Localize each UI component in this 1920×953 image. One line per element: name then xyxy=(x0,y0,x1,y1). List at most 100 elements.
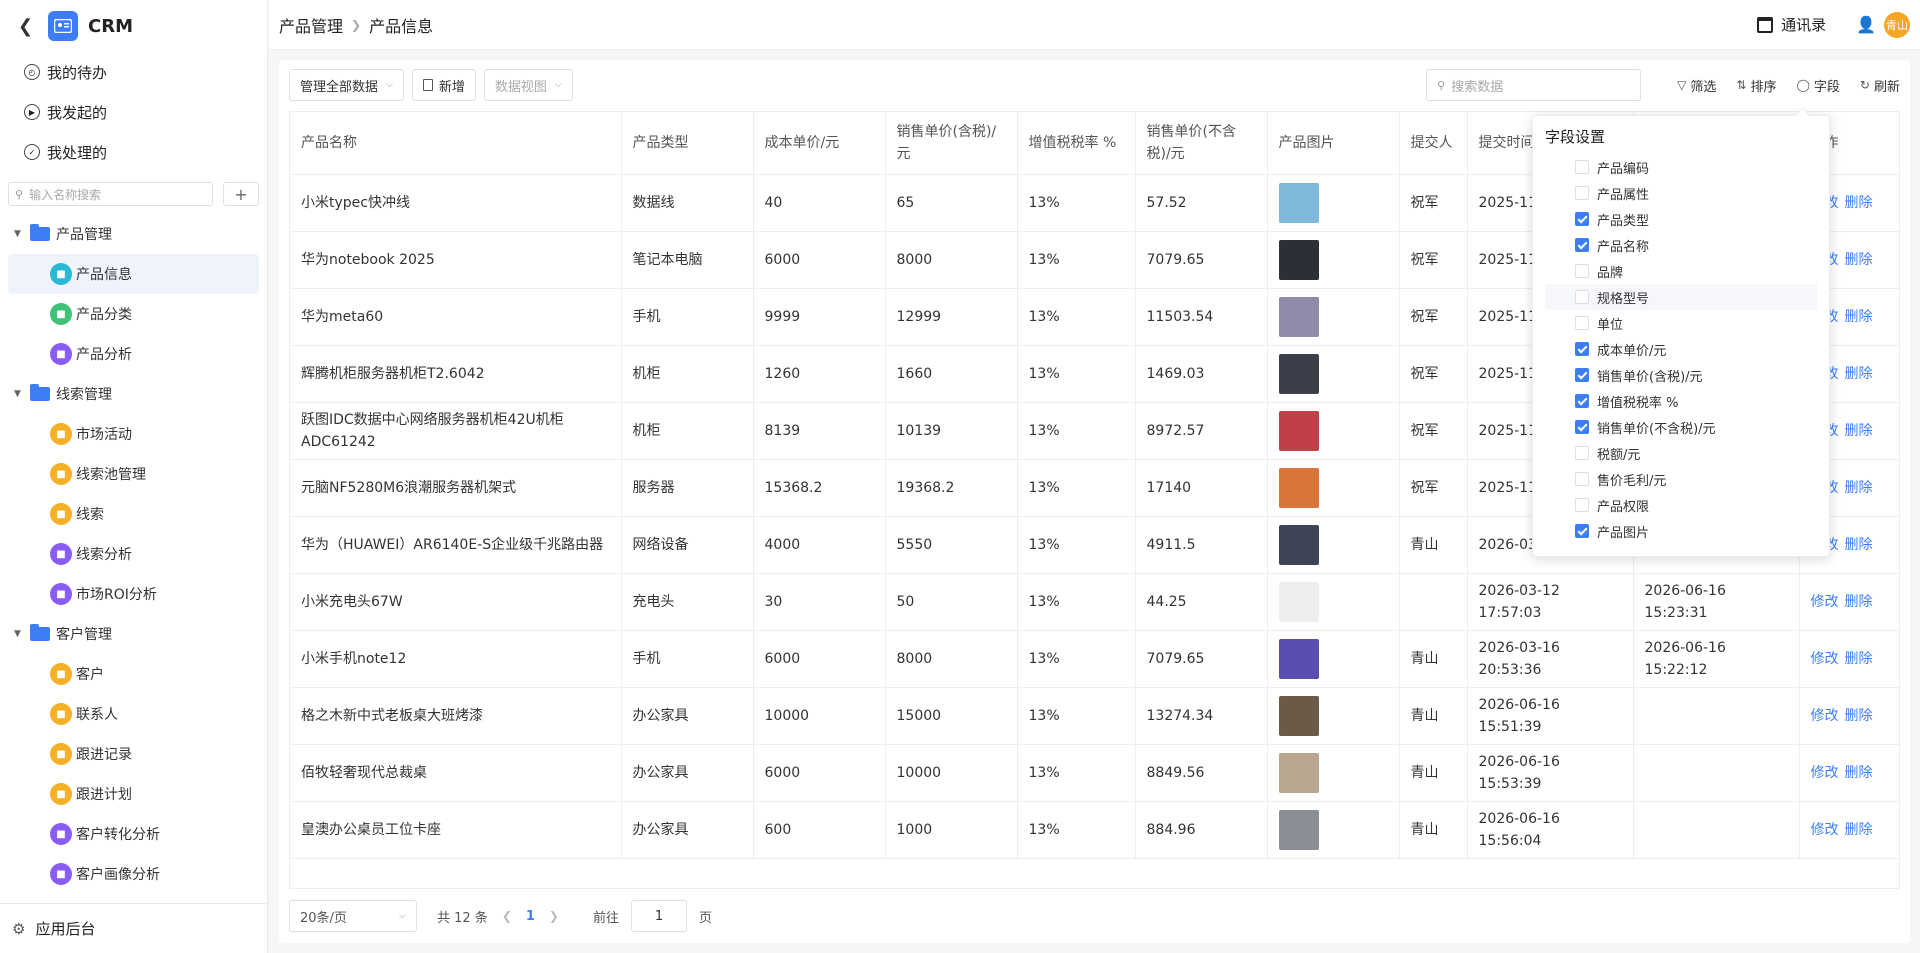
product-image[interactable] xyxy=(1278,182,1319,223)
delete-link[interactable]: 删除 xyxy=(1845,423,1873,439)
product-image[interactable] xyxy=(1278,524,1319,565)
sidebar-search-input[interactable]: ⚲ 输入名称搜索 xyxy=(8,182,213,206)
nav-item[interactable]: ■ 客户 xyxy=(8,654,259,694)
nav-group[interactable]: ▼ 产品管理 xyxy=(8,214,259,254)
fields-button[interactable]: ◯ 字段 xyxy=(1796,76,1839,95)
checkbox[interactable] xyxy=(1575,472,1589,486)
user-menu[interactable]: 👤 青山 xyxy=(1856,11,1910,38)
field-option[interactable]: 单位 xyxy=(1545,310,1817,336)
checkbox[interactable] xyxy=(1575,446,1589,460)
checkbox[interactable] xyxy=(1575,342,1589,356)
checkbox[interactable] xyxy=(1575,420,1589,434)
field-option[interactable]: 规格型号 xyxy=(1545,284,1817,310)
edit-link[interactable]: 修改 xyxy=(1811,651,1839,667)
prev-page-icon[interactable]: ❮ xyxy=(502,909,512,923)
column-header[interactable]: 销售单价(不含税)/元 xyxy=(1135,112,1268,175)
delete-link[interactable]: 删除 xyxy=(1845,708,1873,724)
column-header[interactable]: 销售单价(含税)/元 xyxy=(885,112,1018,175)
edit-link[interactable]: 修改 xyxy=(1811,822,1839,838)
checkbox[interactable] xyxy=(1575,316,1589,330)
contacts-button[interactable]: 通讯录 xyxy=(1757,14,1826,35)
table-row[interactable]: 小米充电头67W 充电头 30 50 13% 44.25 2026-03-12 17:57:… xyxy=(290,573,1899,631)
checkbox[interactable] xyxy=(1575,186,1589,200)
quick-item-initiated[interactable]: ▶ 我发起的 xyxy=(24,92,243,132)
delete-link[interactable]: 删除 xyxy=(1845,765,1873,781)
nav-item[interactable]: ■ 客户转化分析 xyxy=(8,814,259,854)
next-page-icon[interactable]: ❯ xyxy=(549,909,559,923)
edit-link[interactable]: 修改 xyxy=(1811,765,1839,781)
field-option[interactable]: 品牌 xyxy=(1545,258,1817,284)
nav-item[interactable]: ■ 产品分类 xyxy=(8,294,259,334)
product-image[interactable] xyxy=(1278,809,1319,850)
page-number[interactable]: 1 xyxy=(526,909,535,924)
data-scope-select[interactable]: 管理全部数据 ⌵ xyxy=(289,69,404,101)
field-option[interactable]: 产品属性 xyxy=(1545,180,1817,206)
field-option[interactable]: 产品权限 xyxy=(1545,492,1817,518)
field-option[interactable]: 增值税税率 % xyxy=(1545,388,1817,414)
column-header[interactable]: 产品图片 xyxy=(1267,112,1400,175)
nav-group[interactable]: ▼ 客户管理 xyxy=(8,614,259,654)
nav-group[interactable]: ▼ 线索管理 xyxy=(8,374,259,414)
checkbox[interactable] xyxy=(1575,212,1589,226)
data-search-input[interactable]: ⚲ 搜索数据 xyxy=(1426,69,1642,101)
product-image[interactable] xyxy=(1278,296,1319,337)
field-option[interactable]: 产品编码 xyxy=(1545,154,1817,180)
checkbox[interactable] xyxy=(1575,264,1589,278)
sort-button[interactable]: ⇅ 排序 xyxy=(1736,76,1776,95)
back-arrow-icon[interactable]: ❮ xyxy=(18,16,48,37)
edit-link[interactable]: 修改 xyxy=(1811,708,1839,724)
delete-link[interactable]: 删除 xyxy=(1845,822,1873,838)
delete-link[interactable]: 删除 xyxy=(1845,594,1873,610)
delete-link[interactable]: 删除 xyxy=(1845,252,1873,268)
nav-item[interactable]: ■ 产品信息 xyxy=(8,254,259,294)
app-backend-link[interactable]: ⚙ 应用后台 xyxy=(0,903,268,953)
product-image[interactable] xyxy=(1278,581,1319,622)
field-option[interactable]: 产品名称 xyxy=(1545,232,1817,258)
delete-link[interactable]: 删除 xyxy=(1845,651,1873,667)
refresh-button[interactable]: ↻ 刷新 xyxy=(1860,76,1900,95)
delete-link[interactable]: 删除 xyxy=(1845,366,1873,382)
nav-item[interactable]: ■ 市场ROI分析 xyxy=(8,574,259,614)
add-button[interactable]: 新增 xyxy=(411,69,476,101)
product-image[interactable] xyxy=(1278,638,1319,679)
product-image[interactable] xyxy=(1278,353,1319,394)
add-menu-button[interactable]: + xyxy=(223,182,259,206)
nav-item[interactable]: ■ 线索分析 xyxy=(8,534,259,574)
field-option[interactable]: 销售单价(含税)/元 xyxy=(1545,362,1817,388)
delete-link[interactable]: 删除 xyxy=(1845,480,1873,496)
edit-link[interactable]: 修改 xyxy=(1811,594,1839,610)
product-image[interactable] xyxy=(1278,239,1319,280)
checkbox[interactable] xyxy=(1575,394,1589,408)
quick-item-todo[interactable]: ◴ 我的待办 xyxy=(24,52,243,92)
product-image[interactable] xyxy=(1278,410,1319,451)
nav-item[interactable]: ■ 市场活动 xyxy=(8,414,259,454)
checkbox[interactable] xyxy=(1575,524,1589,538)
avatar[interactable]: 青山 xyxy=(1884,11,1910,38)
filter-button[interactable]: ▽ 筛选 xyxy=(1677,76,1716,95)
breadcrumb-item[interactable]: 产品管理 xyxy=(279,13,343,37)
delete-link[interactable]: 删除 xyxy=(1845,537,1873,553)
table-row[interactable]: 小米手机note12 手机 6000 8000 13% 7079.65 青山 2026-03-… xyxy=(290,630,1899,688)
column-header[interactable]: 成本单价/元 xyxy=(753,112,886,175)
product-image[interactable] xyxy=(1278,752,1319,793)
checkbox[interactable] xyxy=(1575,290,1589,304)
field-option[interactable]: 成本单价/元 xyxy=(1545,336,1817,362)
delete-link[interactable]: 删除 xyxy=(1845,195,1873,211)
quick-item-handled[interactable]: ✓ 我处理的 xyxy=(24,132,243,172)
goto-page-input[interactable]: 1 xyxy=(631,900,687,932)
field-option[interactable]: 售价毛利/元 xyxy=(1545,466,1817,492)
nav-item[interactable]: ■ 产品分析 xyxy=(8,334,259,374)
column-header[interactable]: 提交人 xyxy=(1399,112,1468,175)
nav-item[interactable]: ■ 客户画像分析 xyxy=(8,854,259,894)
field-option[interactable]: 产品图片 xyxy=(1545,518,1817,544)
field-option[interactable]: 产品类型 xyxy=(1545,206,1817,232)
table-row[interactable]: 皇澳办公桌员工位卡座 办公家具 600 1000 13% 884.96 青山 2026-06-… xyxy=(290,801,1899,859)
product-image[interactable] xyxy=(1278,695,1319,736)
nav-item[interactable]: ■ 跟进计划 xyxy=(8,774,259,814)
table-row[interactable]: 格之木新中式老板桌大班烤漆 办公家具 10000 15000 13% 13274.34 青山… xyxy=(290,687,1899,745)
page-size-select[interactable]: 20条/页 ⌵ xyxy=(289,900,417,932)
field-option[interactable]: 税额/元 xyxy=(1545,440,1817,466)
column-header[interactable]: 产品类型 xyxy=(621,112,754,175)
nav-item[interactable]: ■ 跟进记录 xyxy=(8,734,259,774)
column-header[interactable]: 产品名称 xyxy=(290,112,622,175)
